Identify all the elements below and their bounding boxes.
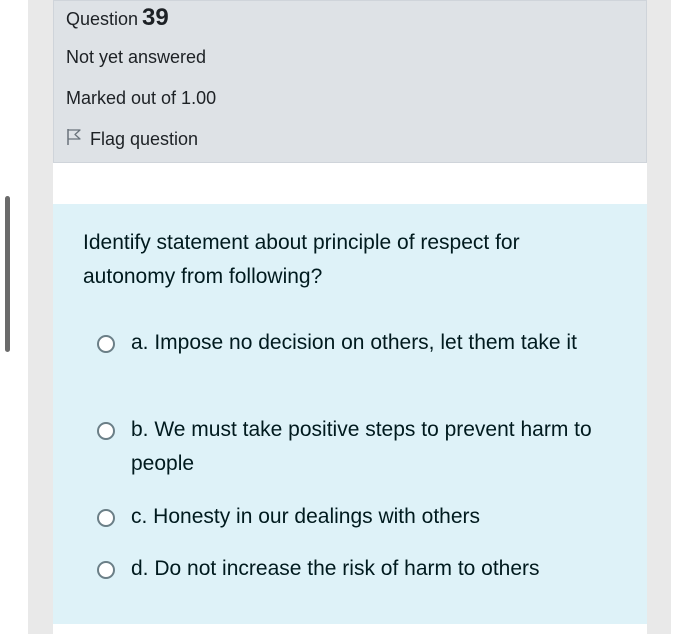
question-grade: Marked out of 1.00 bbox=[66, 88, 217, 108]
answer-text: c. Honesty in our dealings with others bbox=[131, 505, 481, 528]
question-state: Not yet answered bbox=[66, 47, 207, 67]
answer-option-c[interactable]: c. Honesty in our dealings with others bbox=[97, 500, 601, 534]
flag-icon bbox=[66, 128, 90, 151]
spacer bbox=[53, 624, 647, 634]
question-text: Identify statement about principle of re… bbox=[83, 231, 520, 288]
answer-text: d. Do not increase the risk of harm to o… bbox=[131, 557, 540, 580]
answer-text: b. We must take positive steps to preven… bbox=[131, 418, 592, 475]
answer-text: a. Impose no decision on others, let the… bbox=[131, 331, 577, 354]
question-info-panel: Question 39 Not yet answered Marked out o… bbox=[53, 0, 647, 163]
answer-option-a[interactable]: a. Impose no decision on others, let the… bbox=[97, 326, 601, 360]
radio-button[interactable] bbox=[97, 509, 115, 527]
answer-option-b[interactable]: b. We must take positive steps to preven… bbox=[97, 413, 601, 481]
radio-button[interactable] bbox=[97, 422, 115, 440]
flag-question-label: Flag question bbox=[90, 129, 199, 149]
flag-question-link[interactable]: Flag question bbox=[66, 128, 198, 151]
answer-option-d[interactable]: d. Do not increase the risk of harm to o… bbox=[97, 552, 601, 586]
question-number: 39 bbox=[142, 4, 169, 31]
question-label: Question bbox=[66, 9, 139, 29]
question-heading: Question 39 bbox=[66, 4, 169, 32]
question-formulation: Identify statement about principle of re… bbox=[53, 204, 647, 624]
radio-button[interactable] bbox=[97, 561, 115, 579]
scrollbar-thumb[interactable] bbox=[5, 196, 10, 352]
spacer bbox=[53, 163, 647, 204]
radio-button[interactable] bbox=[97, 335, 115, 353]
